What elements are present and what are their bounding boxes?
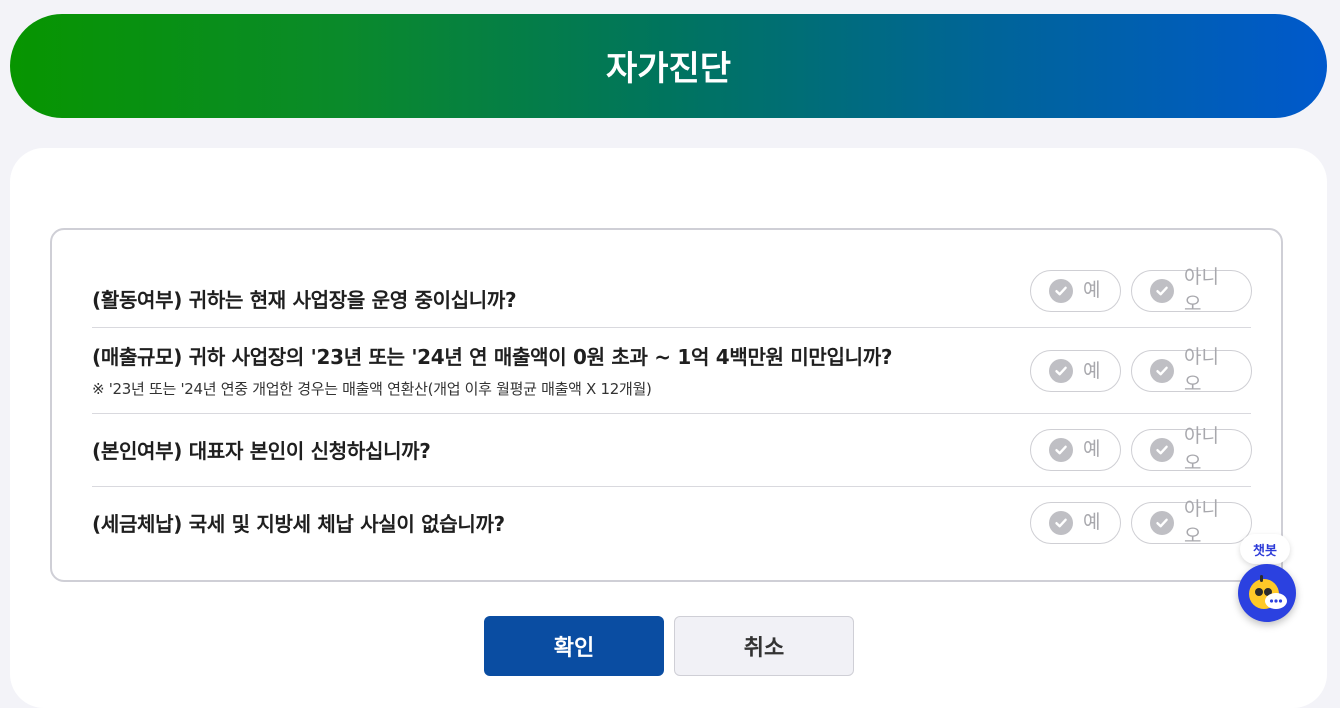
- answer-choices: 예 아니오: [1030, 346, 1252, 395]
- question-row-identity: (본인여부) 대표자 본인이 신청하십니까? 예 아니오: [92, 413, 1252, 487]
- question-title: (세금체납) 국세 및 지방세 체납 사실이 없습니까?: [92, 512, 505, 536]
- answer-yes-label: 예: [1083, 279, 1101, 301]
- check-icon: [1049, 510, 1073, 535]
- answer-no-button[interactable]: 아니오: [1131, 266, 1252, 315]
- question-text: (매출규모) 귀하 사업장의 '23년 또는 '24년 연 매출액이 0원 초과…: [92, 341, 892, 399]
- answer-no-label: 아니오: [1184, 497, 1219, 547]
- question-text: (세금체납) 국세 및 지방세 체납 사실이 없습니까?: [92, 508, 505, 537]
- question-title: (본인여부) 대표자 본인이 신청하십니까?: [92, 439, 431, 463]
- answer-no-button[interactable]: 아니오: [1131, 425, 1252, 474]
- answer-yes-label: 예: [1083, 438, 1101, 460]
- answer-yes-button[interactable]: 예: [1030, 350, 1121, 392]
- answer-no-label: 아니오: [1184, 346, 1219, 395]
- question-note: ※ '23년 또는 '24년 연중 개업한 경우는 매출액 연환산(개업 이후 …: [92, 380, 652, 398]
- check-icon: [1150, 437, 1174, 462]
- check-icon: [1150, 359, 1174, 383]
- self-diagnosis-panel: (활동여부) 귀하는 현재 사업장을 운영 중이십니까? 예 아니오 (매출규모…: [10, 148, 1327, 708]
- check-icon: [1150, 510, 1174, 535]
- question-title: (매출규모) 귀하 사업장의 '23년 또는 '24년 연 매출액이 0원 초과…: [92, 345, 893, 369]
- check-icon: [1049, 278, 1073, 303]
- question-row-activity: (활동여부) 귀하는 현재 사업장을 운영 중이십니까? 예 아니오: [92, 266, 1252, 328]
- answer-no-label: 아니오: [1184, 265, 1219, 315]
- answer-choices: 예 아니오: [1030, 425, 1252, 474]
- answer-yes-button[interactable]: 예: [1030, 269, 1121, 312]
- question-row-tax: (세금체납) 국세 및 지방세 체납 사실이 없습니까? 예 아니오: [92, 486, 1252, 559]
- answer-choices: 예 아니오: [1030, 498, 1252, 547]
- question-list: (활동여부) 귀하는 현재 사업장을 운영 중이십니까? 예 아니오 (매출규모…: [50, 228, 1283, 582]
- question-title: (활동여부) 귀하는 현재 사업장을 운영 중이십니까?: [92, 288, 517, 312]
- chatbot-icon[interactable]: [1238, 564, 1296, 622]
- question-text: (본인여부) 대표자 본인이 신청하십니까?: [92, 435, 431, 464]
- cancel-button[interactable]: 취소: [674, 616, 854, 676]
- check-icon: [1150, 278, 1174, 303]
- answer-no-label: 아니오: [1184, 424, 1219, 474]
- question-text: (활동여부) 귀하는 현재 사업장을 운영 중이십니까?: [92, 284, 517, 313]
- check-icon: [1049, 359, 1073, 383]
- answer-yes-button[interactable]: 예: [1030, 501, 1121, 544]
- page-title: 자가진단: [605, 48, 732, 89]
- answer-yes-button[interactable]: 예: [1030, 428, 1121, 471]
- answer-yes-label: 예: [1083, 511, 1101, 533]
- answer-choices: 예 아니오: [1030, 266, 1252, 315]
- answer-yes-label: 예: [1083, 359, 1101, 382]
- check-icon: [1049, 437, 1073, 462]
- chatbot-widget[interactable]: 챗봇: [1230, 532, 1306, 632]
- confirm-button[interactable]: 확인: [484, 616, 664, 676]
- answer-no-button[interactable]: 아니오: [1131, 346, 1252, 395]
- chatbot-label[interactable]: 챗봇: [1240, 534, 1290, 564]
- question-row-sales: (매출규모) 귀하 사업장의 '23년 또는 '24년 연 매출액이 0원 초과…: [92, 327, 1252, 414]
- page-header-banner: 자가진단: [10, 14, 1327, 118]
